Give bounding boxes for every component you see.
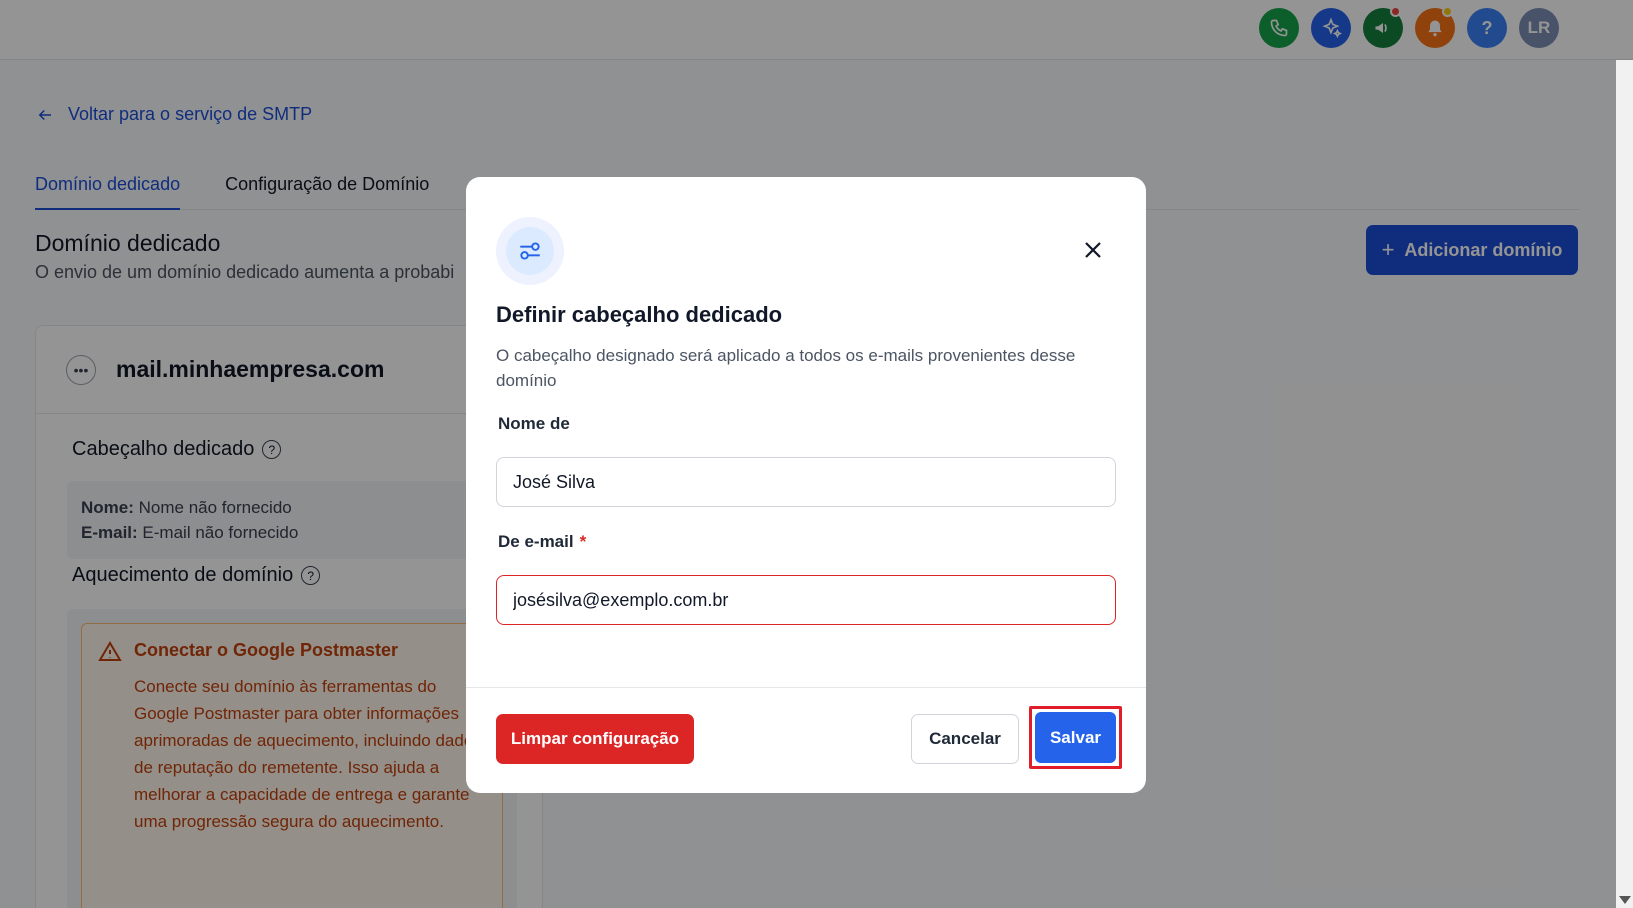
modal-icon-badge (496, 217, 564, 285)
modal-description: O cabeçalho designado será aplicado a to… (496, 346, 1076, 390)
scroll-down-arrow[interactable] (1619, 896, 1631, 904)
clear-configuration-button[interactable]: Limpar configuração (496, 714, 694, 764)
from-name-input[interactable] (496, 457, 1116, 507)
close-button[interactable] (1080, 237, 1106, 263)
cancel-button[interactable]: Cancelar (911, 714, 1019, 764)
save-button[interactable]: Salvar (1035, 712, 1116, 763)
required-marker: * (579, 532, 587, 551)
modal-footer: Limpar configuração Cancelar Salvar (466, 687, 1146, 793)
from-email-label-row: De e-mail * (498, 532, 586, 552)
from-name-label: Nome de (498, 414, 570, 433)
sliders-icon (520, 242, 540, 260)
save-button-highlight: Salvar (1029, 706, 1122, 769)
close-icon (1085, 242, 1101, 258)
modal-icon-inner (506, 227, 554, 275)
scrollbar[interactable] (1616, 60, 1633, 908)
dedicated-header-modal: Definir cabeçalho dedicado O cabeçalho d… (466, 177, 1146, 793)
modal-title: Definir cabeçalho dedicado (496, 302, 783, 327)
from-email-label: De e-mail (498, 532, 574, 551)
from-email-input[interactable] (496, 575, 1116, 625)
